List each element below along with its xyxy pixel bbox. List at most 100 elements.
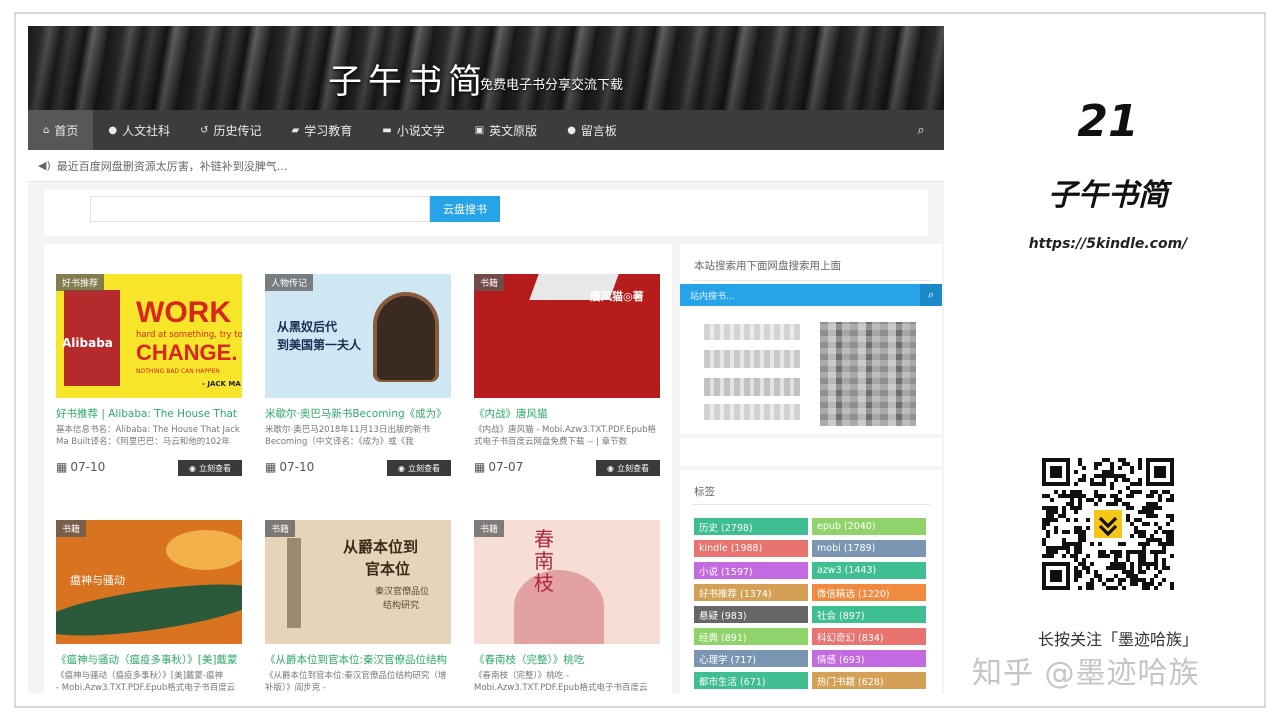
site-url[interactable]: https://5kindle.com/ [1029, 236, 1188, 252]
post-title[interactable]: 《瘟神与骚动（瘟疫多事秋）》[美]戴蒙 [56, 652, 246, 667]
site-search-icon[interactable]: ⌕ [920, 284, 942, 306]
cloud-search-bar: 云盘搜书 [44, 190, 928, 236]
cloud-search-button[interactable]: 云盘搜书 [430, 196, 500, 222]
read-more-button[interactable]: ◉ 立刻查看 [596, 460, 660, 476]
comment-icon: ● [567, 124, 576, 136]
post-category-badge: 书籍 [474, 520, 505, 537]
cover-author: 唐风猫◎著 [590, 290, 644, 303]
tag-item[interactable]: 小说 (1597) [694, 562, 808, 579]
tag-item[interactable]: 都市生活 (671) [694, 672, 808, 689]
post-thumbnail[interactable]: 书籍 唐风猫◎著 [474, 274, 660, 398]
divider [692, 280, 930, 281]
eye-icon: ◉ [398, 463, 405, 473]
post-thumbnail[interactable]: 书籍 瘟神与骚动 [56, 520, 242, 644]
post-excerpt: 基本信息书名：Alibaba: The House That Jack Ma B… [56, 425, 240, 447]
nav-search-icon[interactable]: ⌕ [898, 110, 944, 150]
cover-line1: 春南枝 [534, 527, 554, 595]
cover-author: - JACK MA [202, 380, 241, 388]
slide-number: 21 [1077, 96, 1139, 147]
calendar-icon: ▦ [474, 460, 486, 474]
post-title[interactable]: 好书推荐 | Alibaba: The House That [56, 406, 246, 421]
qr-code [1042, 458, 1174, 590]
book-icon: ▬ [382, 124, 392, 136]
tag-item[interactable]: 微信精选 (1220) [812, 584, 926, 601]
nav-item-education[interactable]: ▰ 学习教育 [277, 110, 368, 150]
blurred-qr-image [820, 322, 916, 426]
tag-item[interactable]: 悬疑 (983) [694, 606, 808, 623]
cover-shape [166, 530, 242, 570]
eye-icon: ◉ [607, 463, 614, 473]
post-title[interactable]: 《从爵本位到官本位:秦汉官僚品位结构 [265, 652, 455, 667]
tag-item[interactable]: 好书推荐 (1374) [694, 584, 808, 601]
sidebar-tags-widget: 标签 历史 (2798) epub (2040) kindle (1988) mobi… [680, 470, 942, 694]
post-excerpt: 米歇尔·奥巴马2018年11月13日出版的新书Becoming（中文译名：《成为… [265, 425, 430, 447]
post-excerpt: 《内战》唐风猫 - Mobi.Azw3.TXT.PDF.Epub格式电子书百度云… [474, 425, 656, 447]
nav-item-guestbook[interactable]: ● 留言板 [552, 110, 632, 150]
post-thumbnail[interactable]: 书籍 从爵本位到 官本位 秦汉官僚品位 结构研究 [265, 520, 451, 644]
cover-line2: hard at something, try to [136, 330, 242, 340]
cloud-search-input[interactable] [90, 196, 430, 222]
post-category-badge: 人物传记 [265, 274, 314, 291]
follow-caption: 长按关注「墨迹哈族」 [1037, 630, 1199, 649]
post-thumbnail[interactable]: 书籍 春南枝 [474, 520, 660, 644]
calendar-icon: ▦ [265, 460, 277, 474]
tag-item[interactable]: azw3 (1443) [812, 562, 926, 579]
post-date: ▦ 07-07 [474, 460, 524, 474]
post-thumbnail[interactable]: 人物传记 从黑奴后代 到美国第一夫人 [265, 274, 451, 398]
post-category-badge: 好书推荐 [56, 274, 105, 291]
zhihu-watermark: 知乎 @墨迹哈族 [972, 656, 1200, 691]
cover-line2: 到美国第一夫人 [277, 338, 362, 352]
tags-heading: 标签 [694, 486, 715, 498]
website-screenshot: 子午书简 免费电子书分享交流下载 ⌂ 首页 ● 人文社科 ↺ 历史传记 ▰ 学习教育 ▬… [28, 26, 944, 694]
volume-icon: ◀) [38, 159, 51, 172]
nav-item-fiction[interactable]: ▬ 小说文学 [367, 110, 459, 150]
cover-flowers [514, 570, 604, 644]
post-title[interactable]: 《内战》唐风猫 [474, 406, 664, 421]
tag-item[interactable]: 科幻奇幻 (834) [812, 628, 926, 645]
post-category-badge: 书籍 [56, 520, 87, 537]
cover-line4: NOTHING BAD CAN HAPPEN [136, 368, 220, 375]
tag-item[interactable]: 社会 (897) [812, 606, 926, 623]
post-date: ▦ 07-10 [56, 460, 106, 474]
nav-item-humanities[interactable]: ● 人文社科 [93, 110, 185, 150]
nav-item-english[interactable]: ▣ 英文原版 [460, 110, 552, 150]
tag-item[interactable]: mobi (1789) [812, 540, 926, 557]
post-category-badge: 书籍 [474, 274, 505, 291]
site-title[interactable]: 子午书简 [328, 54, 488, 103]
read-more-button[interactable]: ◉ 立刻查看 [178, 460, 242, 476]
person-portrait-inner [377, 296, 435, 380]
post-excerpt: 《从爵本位到官本位:秦汉官僚品位结构研究（增补版）》阎步克 - [265, 671, 447, 693]
slide-title: 子午书简 [1048, 178, 1168, 213]
globe-icon: ● [108, 124, 118, 136]
sidebar-search-widget: 本站搜索用下面网盘搜索用上面 站内搜书... ⌕ [680, 244, 942, 434]
post-excerpt: 《瘟神与骚动（瘟疫多事秋）》[美]戴蒙-瘟神 - Mobi.Azw3.TXT.PD… [56, 671, 236, 693]
graduation-cap-icon: ▰ [291, 124, 300, 136]
site-search-placeholder: 站内搜书... [690, 291, 735, 302]
tag-item[interactable]: 情感 (693) [812, 650, 926, 667]
tag-item[interactable]: 热门书籍 (628) [812, 672, 926, 689]
calendar-icon: ▦ [56, 460, 68, 474]
main-nav: ⌂ 首页 ● 人文社科 ↺ 历史传记 ▰ 学习教育 ▬ 小说文学 ▣ 英文原版 ● 留言板 ⌕ [28, 110, 944, 150]
post-title[interactable]: 《春南枝（完整）》桃吃 [474, 652, 664, 667]
post-title[interactable]: 米歇尔·奥巴马新书Becoming《成为》 [265, 406, 455, 421]
post-list: 好书推荐 Alibaba WORK hard at something, try… [44, 244, 672, 694]
nav-item-history[interactable]: ↺ 历史传记 [185, 110, 276, 150]
eye-icon: ◉ [189, 463, 196, 473]
tag-item[interactable]: 历史 (2798) [694, 518, 808, 535]
site-search-input[interactable]: 站内搜书... ⌕ [680, 284, 942, 306]
english-icon: ▣ [474, 124, 485, 136]
cover-line1: 瘟神与骚动 [70, 574, 125, 587]
post-thumbnail[interactable]: 好书推荐 Alibaba WORK hard at something, try… [56, 274, 242, 398]
site-subtitle: 免费电子书分享交流下载 [480, 78, 624, 93]
read-more-button[interactable]: ◉ 立刻查看 [387, 460, 451, 476]
home-icon: ⌂ [43, 124, 50, 136]
cover-line3: 秦汉官僚品位 [375, 587, 430, 597]
nav-item-home[interactable]: ⌂ 首页 [28, 110, 94, 150]
tag-item[interactable]: 经典 (891) [694, 628, 808, 645]
tag-item[interactable]: kindle (1988) [694, 540, 808, 557]
tag-item[interactable]: epub (2040) [812, 518, 926, 535]
tag-item[interactable]: 心理学 (717) [694, 650, 808, 667]
cover-line2: 官本位 [365, 560, 411, 578]
post-excerpt: 《春南枝（完整）》桃吃 - Mobi.Azw3.TXT.PDF.Epub格式电子书… [474, 671, 648, 693]
cover-line1: WORK [136, 296, 231, 329]
